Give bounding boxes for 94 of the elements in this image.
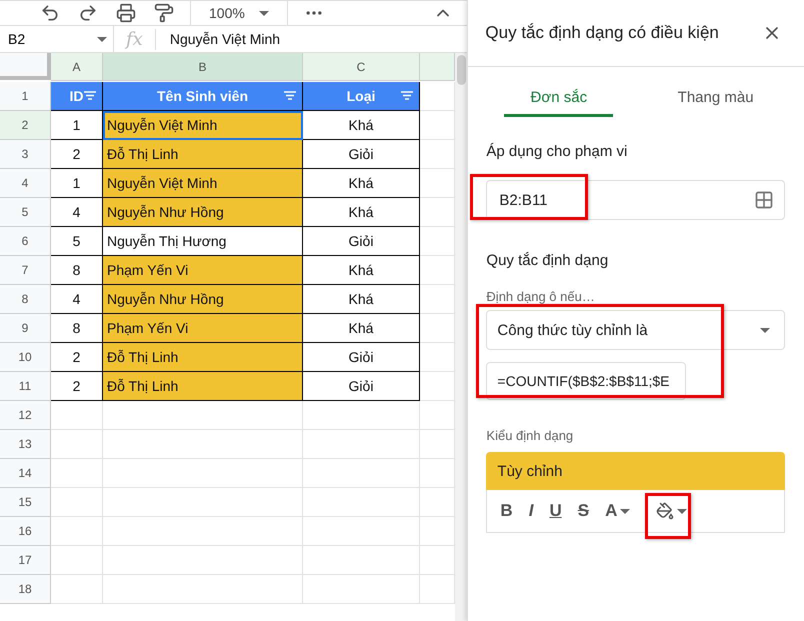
table-cell: Khá — [303, 314, 420, 343]
print-icon[interactable] — [114, 1, 138, 25]
zoom-dropdown[interactable]: 100% — [205, 5, 273, 21]
empty-cell — [420, 459, 455, 488]
empty-cell — [420, 401, 455, 430]
row-header[interactable]: 4 — [0, 169, 51, 198]
section-heading: Áp dụng cho phạm vi — [486, 143, 628, 160]
row-header[interactable]: 3 — [0, 140, 51, 169]
table-cell: Phạm Yến Vi — [103, 256, 303, 285]
header-cell: ID — [51, 82, 103, 111]
table-cell: 8 — [51, 256, 103, 285]
grid-icon[interactable] — [754, 190, 774, 210]
header-cell: Tên Sinh viên — [103, 82, 303, 111]
table-cell: Giỏi — [303, 227, 420, 256]
empty-cell — [420, 575, 455, 604]
table-cell: Khá — [303, 285, 420, 314]
field-label: Kiểu định dạng — [486, 428, 574, 443]
empty-cell — [420, 517, 455, 546]
table-cell: Giỏi — [303, 372, 420, 401]
caret-icon — [677, 508, 688, 514]
row-header[interactable]: 5 — [0, 198, 51, 227]
table-cell: Khá — [303, 256, 420, 285]
header-cell: Loại — [303, 82, 420, 111]
field-label: Định dạng ô nếu… — [486, 289, 596, 304]
underline-button[interactable]: U — [544, 499, 567, 523]
function-label: fx — [114, 28, 156, 50]
table-cell: 4 — [51, 285, 103, 314]
empty-cell — [420, 430, 455, 459]
section-heading: Quy tắc định dạng — [486, 252, 610, 269]
table-cell: Nguyễn Thị Hương — [103, 227, 303, 256]
table-cell: Nguyễn Việt Minh — [103, 169, 303, 198]
row-header[interactable]: 16 — [0, 517, 51, 546]
table-cell: Khá — [303, 169, 420, 198]
empty-cell — [420, 546, 455, 575]
filter-icon[interactable] — [401, 91, 413, 100]
formula-value[interactable]: Nguyễn Việt Minh — [156, 31, 280, 47]
italic-button[interactable]: I — [524, 499, 538, 523]
row-header[interactable]: 6 — [0, 227, 51, 256]
paint-roller-icon[interactable] — [152, 1, 176, 25]
condition-dropdown[interactable]: Công thức tùy chỉnh là — [486, 310, 785, 350]
row-header[interactable]: 15 — [0, 488, 51, 517]
bold-button[interactable]: B — [495, 499, 518, 523]
table-cell: Khá — [303, 111, 420, 140]
row-header[interactable]: 8 — [0, 285, 51, 314]
table-cell: 2 — [51, 343, 103, 372]
table-cell: 8 — [51, 314, 103, 343]
text-color-button[interactable]: A — [600, 499, 636, 523]
row-header[interactable]: 17 — [0, 546, 51, 575]
panel-title: Quy tắc định dạng có điều kiện — [485, 23, 719, 43]
row-header[interactable]: 11 — [0, 372, 51, 401]
caret-icon — [620, 508, 630, 514]
filter-icon[interactable] — [284, 91, 296, 100]
table-cell: Đỗ Thị Linh — [103, 372, 303, 401]
row-header[interactable]: 14 — [0, 459, 51, 488]
table-cell: Nguyễn Như Hồng — [103, 285, 303, 314]
table-cell: 2 — [51, 140, 103, 169]
row-header[interactable]: 7 — [0, 256, 51, 285]
table-cell: 1 — [51, 169, 103, 198]
filter-icon[interactable] — [84, 91, 96, 100]
cell-reference-box[interactable]: B2 — [0, 26, 114, 52]
range-field[interactable]: B2:B11 — [486, 180, 785, 220]
table-cell: Giỏi — [303, 140, 420, 169]
table-cell: Giỏi — [303, 343, 420, 372]
paint-bucket-icon — [656, 502, 674, 520]
row-header[interactable]: 1 — [0, 82, 51, 111]
strike-button[interactable]: S — [572, 499, 594, 523]
tab[interactable]: Đơn sắc — [504, 81, 614, 117]
tab[interactable]: Thang màu — [661, 81, 770, 117]
row-header[interactable]: 18 — [0, 575, 51, 604]
row-header[interactable]: 13 — [0, 430, 51, 459]
row-header[interactable]: 2 — [0, 111, 51, 140]
column-header[interactable]: A — [51, 53, 103, 81]
table-cell: Nguyễn Như Hồng — [103, 198, 303, 227]
table-cell: 5 — [51, 227, 103, 256]
table-cell: 4 — [51, 198, 103, 227]
table-cell: Nguyễn Việt Minh — [103, 111, 303, 140]
row-header[interactable]: 9 — [0, 314, 51, 343]
caret-icon — [258, 10, 269, 16]
table-cell: 1 — [51, 111, 103, 140]
style-preview: Tùy chỉnh — [486, 452, 785, 490]
table-cell: Đỗ Thị Linh — [103, 140, 303, 169]
column-header[interactable]: B — [103, 53, 303, 81]
table-cell: 2 — [51, 372, 103, 401]
row-header[interactable]: 12 — [0, 401, 51, 430]
column-header[interactable]: C — [303, 53, 420, 81]
scrollbar-thumb[interactable] — [457, 55, 466, 85]
table-cell: Phạm Yến Vi — [103, 314, 303, 343]
table-cell: Đỗ Thị Linh — [103, 343, 303, 372]
row-header[interactable]: 10 — [0, 343, 51, 372]
caret-icon — [760, 328, 770, 332]
formula-field[interactable]: =COUNTIF($B$2:$B$11;$E — [486, 362, 686, 400]
empty-cell — [420, 488, 455, 517]
table-cell: Khá — [303, 198, 420, 227]
caret-icon — [97, 36, 107, 42]
